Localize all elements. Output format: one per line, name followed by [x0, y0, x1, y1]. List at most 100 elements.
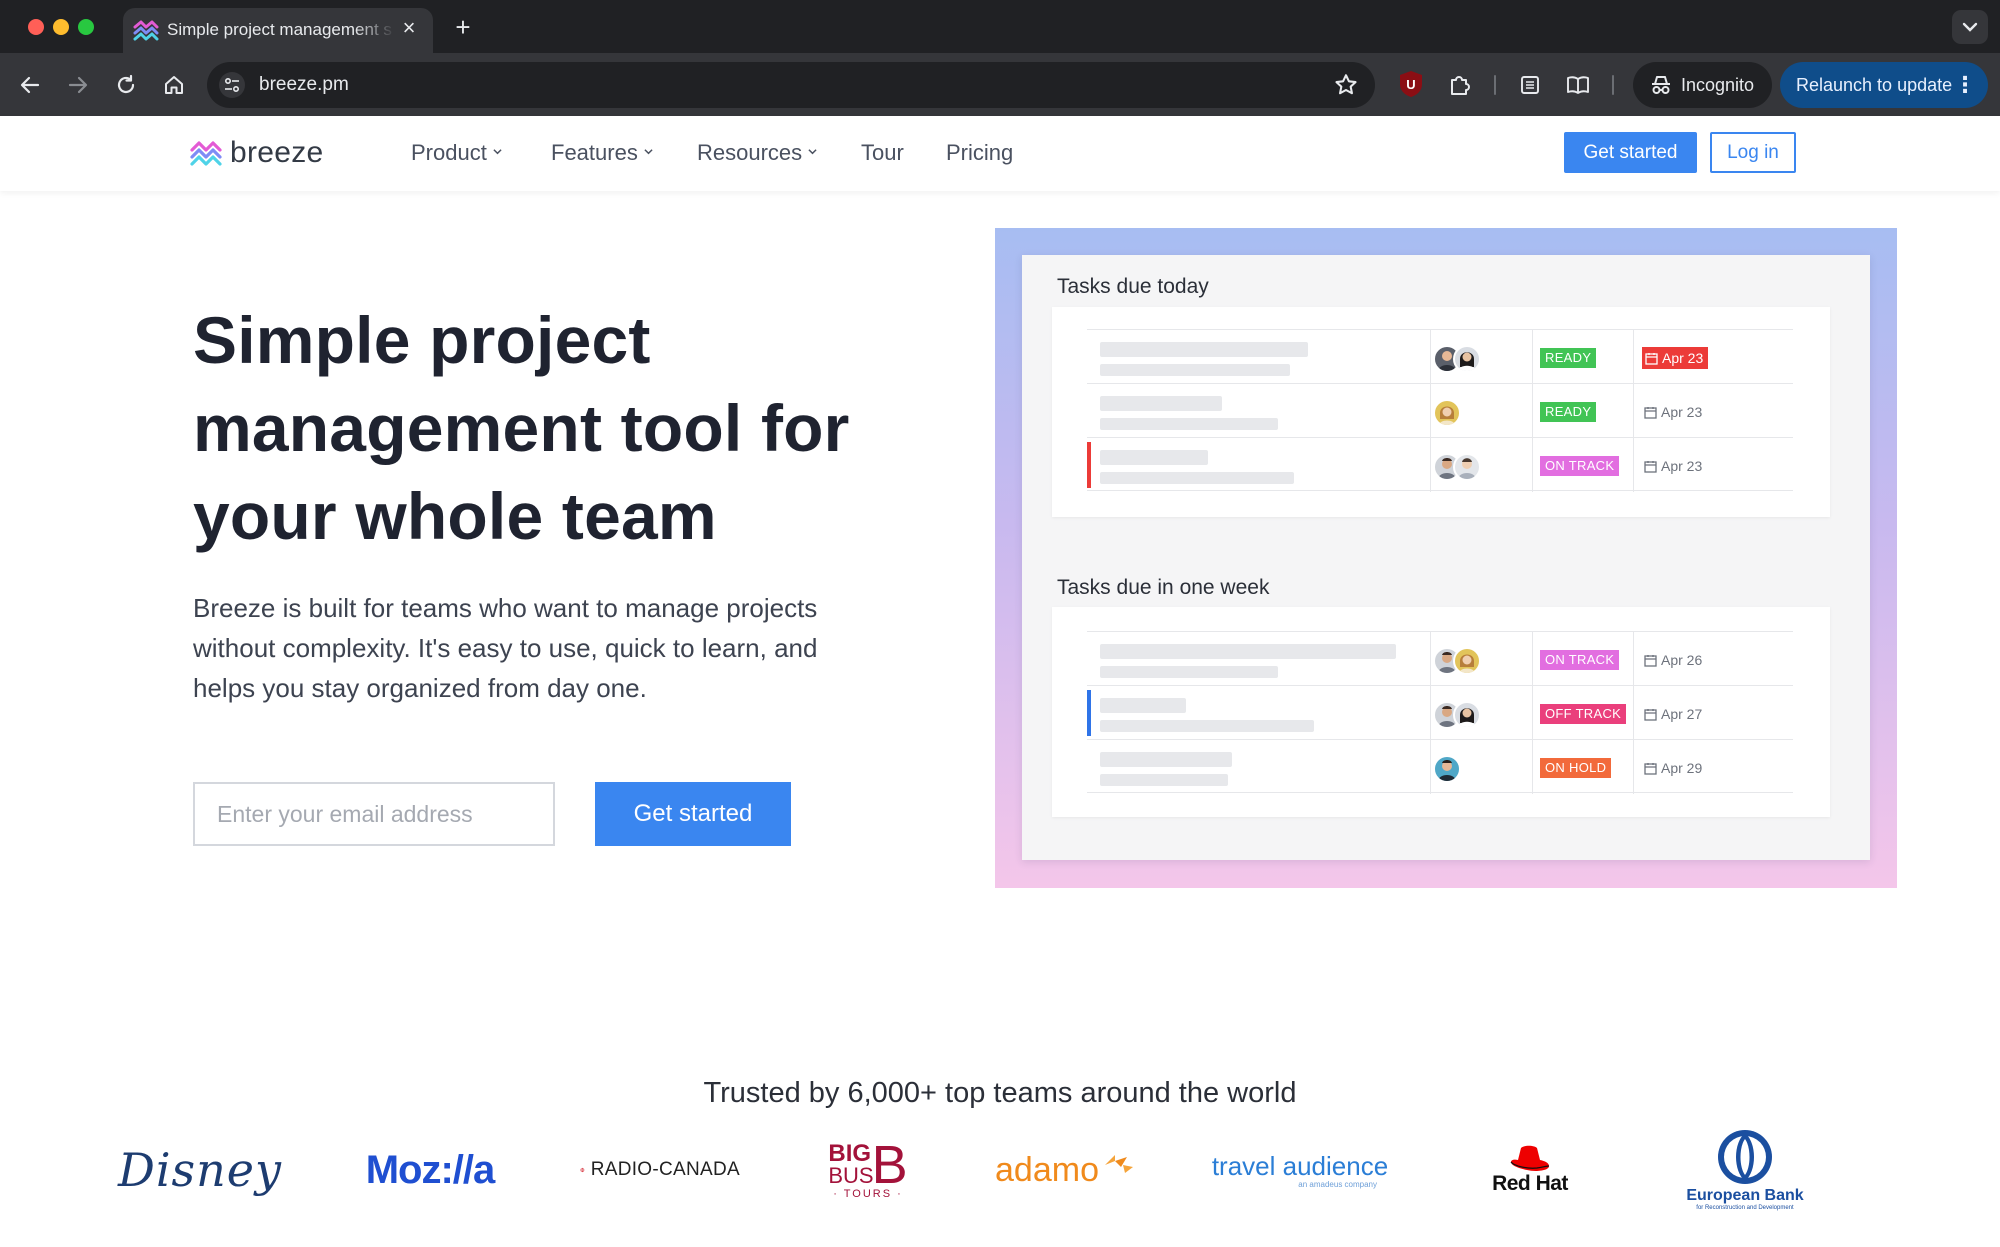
more-menu-icon[interactable]: ⋮ — [1954, 72, 1976, 98]
window-zoom-button[interactable] — [78, 19, 94, 35]
back-button[interactable] — [14, 69, 46, 101]
hero-title-line: Simple project — [193, 303, 651, 377]
task-row[interactable]: OFF TRACK Apr 27 — [1087, 685, 1793, 740]
hero-description-line: Breeze is built for teams who want to ma… — [193, 593, 818, 623]
trusted-by-heading: Trusted by 6,000+ top teams around the w… — [703, 1077, 1297, 1109]
task-row[interactable]: ON TRACK Apr 26 — [1087, 631, 1793, 686]
tasks-due-week-table: ON TRACK Apr 26 OFF TRACK Apr 27 ON HOLD… — [1052, 607, 1830, 817]
cell-divider — [1633, 686, 1634, 740]
cell-divider — [1430, 632, 1431, 686]
task-title-placeholder — [1100, 450, 1208, 465]
arrow-right-icon — [68, 76, 88, 94]
european-bank-logo-text: European Bank — [1686, 1187, 1804, 1204]
task-status-badge: OFF TRACK — [1540, 704, 1627, 724]
home-button[interactable] — [158, 69, 190, 101]
priority-accent — [1087, 442, 1091, 488]
priority-accent — [1087, 690, 1091, 736]
radio-canada-gem-icon — [580, 1167, 585, 1173]
forward-button[interactable] — [62, 69, 94, 101]
task-due-date-label: Apr 29 — [1661, 760, 1703, 776]
nav-pricing[interactable]: Pricing — [946, 140, 1013, 166]
list-icon — [1521, 76, 1539, 94]
breeze-logo[interactable]: breeze — [190, 136, 340, 172]
task-title-placeholder — [1100, 698, 1186, 713]
incognito-indicator[interactable]: Incognito — [1633, 62, 1772, 108]
reload-button[interactable] — [110, 69, 142, 101]
site-header: breeze Product Features Resources Tour P… — [0, 116, 2000, 191]
reading-list-button[interactable] — [1514, 69, 1546, 101]
task-title-placeholder — [1100, 644, 1396, 659]
disney-logo: Disney — [115, 1125, 285, 1215]
task-subtitle-placeholder — [1100, 364, 1290, 376]
red-hat-logo: Red Hat — [1480, 1125, 1580, 1215]
nav-get-started-button[interactable]: Get started — [1564, 132, 1697, 173]
task-due-date-label: Apr 26 — [1661, 652, 1703, 668]
avatar — [1453, 345, 1481, 373]
cell-divider — [1633, 438, 1634, 492]
avatar — [1453, 453, 1481, 481]
task-row[interactable]: READY Apr 23 — [1087, 383, 1793, 438]
extensions-button[interactable] — [1444, 69, 1476, 101]
tab-search-button[interactable] — [1952, 10, 1988, 44]
tasks-due-week-title: Tasks due in one week — [1057, 576, 1270, 599]
hero-description-line: helps you stay organized from day one. — [193, 673, 647, 703]
tasks-due-today-title: Tasks due today — [1057, 275, 1209, 298]
big-bus-bus-text: BUS — [828, 1163, 874, 1188]
ublock-extension-icon[interactable]: U — [1398, 70, 1424, 98]
browser-toolbar: breeze.pm U Incognito Relaunch to update… — [0, 53, 2000, 116]
window-close-button[interactable] — [28, 19, 44, 35]
browser-tab[interactable]: Simple project management s × — [123, 8, 433, 53]
breeze-logo-icon — [190, 141, 222, 166]
adamo-logo: adamo — [990, 1125, 1140, 1215]
reload-icon — [117, 74, 135, 94]
nav-product[interactable]: Product — [411, 140, 502, 166]
avatar — [1453, 647, 1481, 675]
red-hat-icon — [1510, 1145, 1550, 1171]
avatar — [1433, 399, 1461, 427]
travel-audience-logo-text: travel audience — [1211, 1150, 1389, 1181]
calendar-icon — [1644, 709, 1657, 721]
cell-divider — [1532, 438, 1533, 492]
nav-resources[interactable]: Resources — [697, 140, 817, 166]
big-bus-b-mark: B — [871, 1135, 908, 1195]
cell-divider — [1532, 740, 1533, 794]
cell-divider — [1430, 686, 1431, 740]
task-due-date: Apr 27 — [1642, 703, 1702, 725]
radio-canada-logo-text: RADIO-CANADA — [590, 1159, 740, 1180]
task-due-date-label: Apr 27 — [1661, 706, 1703, 722]
hero-title-line: your whole team — [193, 479, 717, 553]
task-row[interactable]: READY Apr 23 — [1087, 329, 1793, 384]
travel-audience-tagline: an amadeus company — [1298, 1179, 1377, 1189]
cell-divider — [1532, 632, 1533, 686]
bookmark-star-icon[interactable] — [1333, 72, 1359, 98]
task-status-badge: ON HOLD — [1540, 758, 1612, 778]
login-button[interactable]: Log in — [1710, 132, 1796, 173]
cell-divider — [1532, 384, 1533, 438]
email-input[interactable] — [193, 782, 555, 846]
nav-product-label: Product — [411, 140, 487, 165]
nav-tour[interactable]: Tour — [861, 140, 904, 166]
tab-close-icon[interactable]: × — [397, 16, 421, 40]
calendar-icon — [1644, 763, 1657, 775]
site-settings-icon[interactable] — [219, 72, 245, 98]
tab-title: Simple project management s — [167, 20, 392, 39]
task-row[interactable]: ON HOLD Apr 29 — [1087, 739, 1793, 794]
relaunch-to-update-button[interactable]: Relaunch to update ⋮ — [1780, 62, 1988, 108]
hero-get-started-button[interactable]: Get started — [595, 782, 791, 846]
new-tab-button[interactable]: + — [448, 12, 478, 42]
hero-title-line: management tool for — [193, 391, 850, 465]
disney-logo-text: Disney — [117, 1143, 283, 1197]
reader-mode-button[interactable] — [1562, 69, 1594, 101]
mozilla-logo: Moz://a — [350, 1125, 510, 1215]
nav-features[interactable]: Features — [551, 140, 653, 166]
url-text: breeze.pm — [259, 74, 349, 95]
nav-resources-label: Resources — [697, 140, 803, 165]
mozilla-logo-text: Moz://a — [365, 1147, 496, 1192]
cell-divider — [1430, 384, 1431, 438]
address-bar[interactable]: breeze.pm — [207, 62, 1375, 108]
toolbar-separator — [1494, 75, 1496, 95]
calendar-icon — [1644, 655, 1657, 667]
task-row[interactable]: ON TRACK Apr 23 — [1087, 437, 1793, 492]
window-minimize-button[interactable] — [53, 19, 69, 35]
tasks-due-today-table: READY Apr 23 READY Apr 23 ON TRACK Apr 2… — [1052, 307, 1830, 517]
